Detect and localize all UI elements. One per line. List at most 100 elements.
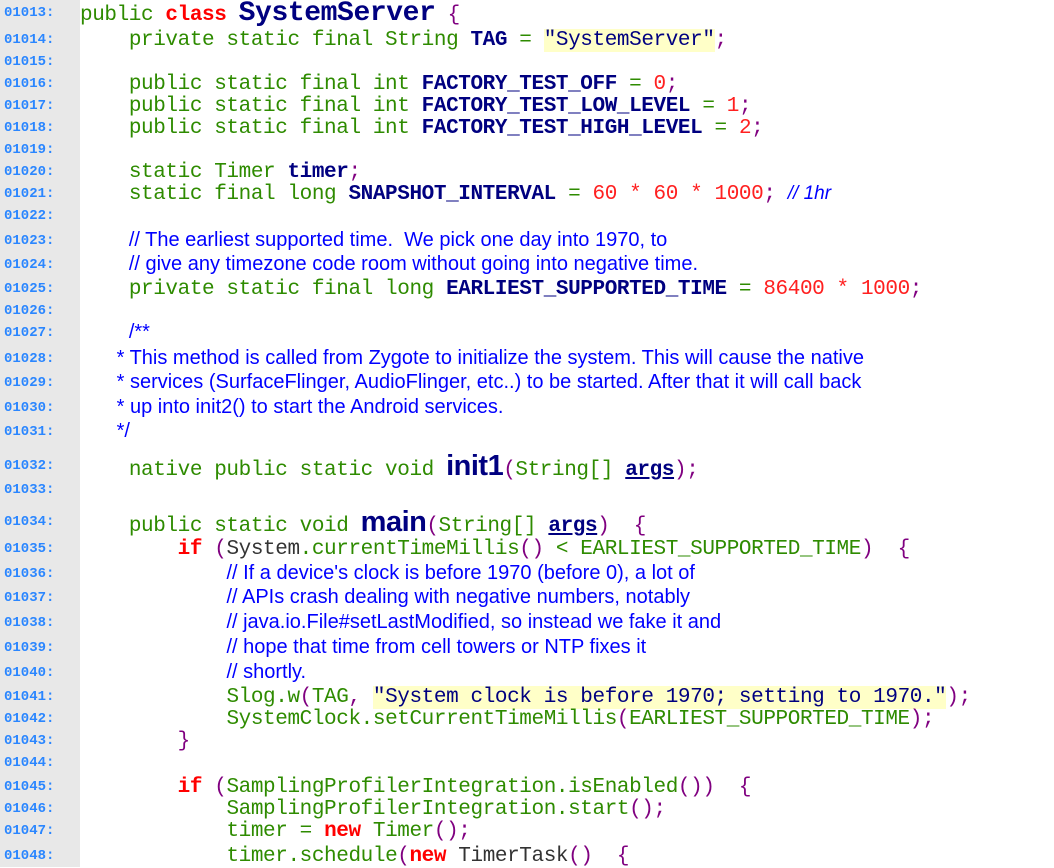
code-token: }: [177, 729, 191, 753]
code-text: private static final long EARLIEST_SUPPO…: [80, 277, 923, 301]
code-comment: * up into init2() to start the Android s…: [116, 396, 504, 418]
code-text: if (SamplingProfilerIntegration.isEnable…: [80, 776, 752, 799]
code-token: ;: [763, 182, 788, 206]
code-line: 01022:: [0, 204, 1054, 228]
code-text: timer = new Timer ();: [80, 819, 470, 843]
code-token: public: [80, 3, 166, 27]
code-token: if: [177, 537, 215, 561]
code-token: SamplingProfilerIntegration.start: [226, 797, 630, 821]
code-token: EARLIEST_SUPPORTED_TIME: [446, 277, 727, 301]
code-token: 1: [726, 94, 740, 118]
code-token: public static final int: [128, 72, 422, 96]
code-line: 01019:: [0, 138, 1054, 162]
code-token: Timer: [372, 819, 434, 843]
code-token: ) {: [597, 514, 646, 538]
code-token: =: [507, 28, 544, 52]
code-token: ;: [714, 28, 728, 52]
code-line: 01047: timer = new Timer ();: [0, 819, 1054, 843]
code-token: ();: [629, 797, 666, 821]
code-token: 1000: [860, 277, 910, 301]
code-token: 60: [653, 182, 679, 206]
code-token: *: [824, 277, 861, 301]
line-number: 01024:: [4, 257, 55, 273]
code-token: );: [909, 707, 935, 731]
code-token: static Timer: [128, 160, 288, 184]
code-token: public static final int: [128, 94, 422, 118]
code-token: *: [616, 182, 654, 206]
code-text: static final long SNAPSHOT_INTERVAL = 60…: [80, 183, 831, 206]
code-token: System: [226, 537, 300, 561]
code-token: =: [690, 94, 727, 118]
code-text: public static void main(String[] args) {: [80, 505, 647, 539]
code-token: ) {: [860, 537, 910, 561]
code-token: =: [726, 277, 764, 301]
code-text: Slog.w(TAG, "System clock is before 1970…: [80, 685, 971, 709]
code-token: ;: [751, 116, 764, 140]
code-line: 01016: public static final int FACTORY_T…: [0, 72, 1054, 96]
code-token: private static final long: [128, 277, 447, 301]
code-comment: // 1hr: [787, 182, 832, 204]
line-number: 01019:: [4, 142, 55, 158]
code-token: .currentTimeMillis: [299, 537, 520, 561]
code-text: private static final String TAG = "Syste…: [80, 28, 728, 52]
code-line: 01020: static Timer timer;: [0, 160, 1054, 184]
code-comment: // The earliest supported time. We pick …: [128, 229, 668, 251]
code-text: }: [80, 729, 191, 753]
code-line: 01024: // give any timezone code room wi…: [0, 253, 1054, 277]
code-token: timer.schedule: [226, 844, 398, 868]
code-line: 01032: native public static void init1(S…: [0, 450, 1054, 482]
code-text: public static final int FACTORY_TEST_LOW…: [80, 94, 752, 118]
code-line: 01044:: [0, 751, 1054, 775]
code-text: // shortly.: [80, 661, 306, 685]
code-line: 01028: * This method is called from Zygo…: [0, 347, 1054, 371]
code-token: main: [360, 505, 427, 538]
code-token: (: [299, 685, 313, 709]
code-line: 01035: if (System .currentTimeMillis() < …: [0, 537, 1054, 561]
code-text: SamplingProfilerIntegration.start ();: [80, 798, 666, 821]
code-text: // The earliest supported time. We pick …: [80, 229, 667, 253]
string-literal: "System clock is before 1970; setting to…: [372, 685, 947, 709]
code-token: () {: [568, 844, 630, 868]
line-number: 01041:: [4, 689, 55, 705]
code-line: 01041: Slog.w(TAG, "System clock is befo…: [0, 685, 1054, 709]
code-token: TAG: [470, 28, 508, 52]
code-line: 01033:: [0, 478, 1054, 502]
code-comment: // shortly.: [226, 661, 307, 683]
line-number: 01040:: [4, 665, 55, 681]
line-number: 01044:: [4, 755, 55, 771]
line-number: 01047:: [4, 823, 55, 839]
code-line: 01023: // The earliest supported time. W…: [0, 229, 1054, 253]
code-line: 01013: public class SystemServer {: [0, 0, 1054, 29]
code-token: (: [616, 707, 630, 731]
line-number: 01026:: [4, 303, 55, 319]
code-token: (: [426, 514, 439, 538]
line-number: 01038:: [4, 615, 55, 631]
line-number: 01017:: [4, 98, 55, 114]
code-token: =: [616, 72, 654, 96]
line-number: 01015:: [4, 54, 55, 70]
code-line: 01026:: [0, 299, 1054, 323]
code-line: 01045: if (SamplingProfilerIntegration.i…: [0, 775, 1054, 799]
code-token: TimerTask: [458, 844, 569, 868]
code-token: args: [548, 514, 598, 538]
code-line: 01015:: [0, 50, 1054, 74]
code-line: 01029: * services (SurfaceFlinger, Audio…: [0, 371, 1054, 395]
code-text: // java.io.File#setLastModified, so inst…: [80, 611, 721, 635]
